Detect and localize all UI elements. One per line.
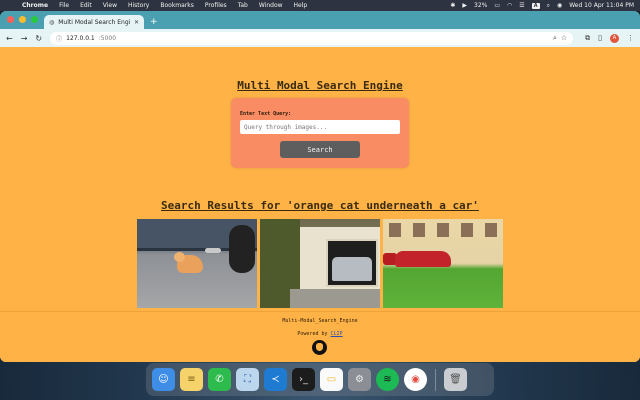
tab-strip: ◍ Multi Modal Search Engine ✕ +	[0, 11, 640, 29]
menu-tab[interactable]: Tab	[238, 2, 248, 9]
page-title: Multi Modal Search Engine	[237, 79, 403, 92]
query-card: Enter Text Query: Search	[231, 98, 409, 168]
footer-powered-text: Powered by	[297, 331, 331, 337]
url-port: :5000	[98, 34, 117, 42]
menu-view[interactable]: View	[103, 2, 117, 9]
minimize-window-button[interactable]	[19, 16, 26, 23]
clip-link[interactable]: CLIP	[331, 331, 343, 337]
menu-bookmarks[interactable]: Bookmarks	[160, 2, 194, 9]
tab-multi-modal-search[interactable]: ◍ Multi Modal Search Engine ✕	[44, 15, 144, 29]
trash-icon[interactable]: 🗑	[444, 368, 467, 391]
extensions-icon[interactable]: ⧉	[585, 34, 590, 43]
menu-history[interactable]: History	[128, 2, 149, 9]
footer-project-name: Multi-Modal_Search_Engine	[282, 318, 358, 324]
apple-icon[interactable]	[6, 2, 14, 10]
menu-file[interactable]: File	[59, 2, 69, 9]
wifi-icon[interactable]: ◠	[507, 2, 512, 9]
github-icon[interactable]	[312, 340, 327, 355]
chrome-menu-icon[interactable]: ⋮	[627, 34, 634, 42]
menubar-status-area: ✱ ▶ 32% ▭ ◠ ☰ A ⌕ ◉ Wed 10 Apr 11:04 PM	[450, 2, 634, 10]
forward-icon[interactable]: →	[21, 34, 28, 43]
chrome-icon[interactable]: ◉	[404, 368, 427, 391]
window-controls	[7, 16, 38, 23]
fullscreen-window-button[interactable]	[31, 16, 38, 23]
menu-profiles[interactable]: Profiles	[205, 2, 227, 9]
globe-icon: ◍	[49, 18, 55, 26]
dock-separator	[435, 368, 436, 391]
page-footer: Multi-Modal_Search_Engine Powered by CLI…	[0, 312, 640, 337]
menu-help[interactable]: Help	[294, 2, 308, 9]
menu-app-name[interactable]: Chrome	[22, 2, 48, 9]
results-heading: Search Results for 'orange cat underneat…	[161, 199, 479, 212]
result-image-garage-car[interactable]	[260, 219, 380, 308]
sidepanel-icon[interactable]: ▯	[598, 34, 602, 42]
notes-app-icon[interactable]: ▭	[320, 368, 343, 391]
close-window-button[interactable]	[7, 16, 14, 23]
preview-icon[interactable]: ⛶	[236, 368, 259, 391]
results-grid	[137, 219, 503, 308]
macos-menubar: Chrome File Edit View History Bookmarks …	[0, 0, 640, 11]
battery-percent[interactable]: 32%	[474, 2, 487, 9]
menu-window[interactable]: Window	[259, 2, 283, 9]
bluetooth-icon[interactable]: ✱	[450, 2, 455, 9]
result-image-red-car-grass[interactable]	[383, 219, 503, 308]
siri-icon[interactable]: ◉	[557, 2, 562, 9]
macos-dock: ☺ ≡ ✆ ⛶ ≺ ›_ ▭ ⚙ ≋ ◉ 🗑	[146, 363, 494, 396]
profile-avatar[interactable]: A	[610, 33, 619, 43]
system-settings-icon[interactable]: ⚙	[348, 368, 371, 391]
spotify-icon[interactable]: ≋	[376, 368, 399, 391]
result-image-cat-under-car[interactable]	[137, 219, 257, 308]
notes-icon[interactable]: ≡	[180, 368, 203, 391]
site-info-icon[interactable]: ⓘ	[56, 34, 62, 43]
spotlight-icon[interactable]: ⌕	[547, 2, 550, 10]
zoom-icon[interactable]: ⌕	[553, 34, 557, 43]
battery-icon[interactable]: ▭	[494, 2, 500, 9]
whatsapp-icon[interactable]: ✆	[208, 368, 231, 391]
reload-icon[interactable]: ↻	[35, 34, 42, 43]
finder-icon[interactable]: ☺	[152, 368, 175, 391]
control-center-icon[interactable]: ☰	[519, 2, 524, 9]
terminal-icon[interactable]: ›_	[292, 368, 315, 391]
new-tab-button[interactable]: +	[150, 17, 158, 27]
close-tab-icon[interactable]: ✕	[134, 19, 139, 26]
tab-title: Multi Modal Search Engine	[58, 18, 130, 26]
back-icon[interactable]: ←	[6, 34, 13, 43]
search-button[interactable]: Search	[280, 141, 360, 158]
address-bar[interactable]: ⓘ 127.0.0.1:5000 ⌕ ☆	[50, 31, 574, 45]
bookmark-star-icon[interactable]: ☆	[561, 34, 567, 42]
input-source-badge[interactable]: A	[531, 2, 540, 9]
menu-edit[interactable]: Edit	[80, 2, 92, 9]
web-page: Multi Modal Search Engine Enter Text Que…	[0, 47, 640, 362]
browser-toolbar: ← → ↻ ⓘ 127.0.0.1:5000 ⌕ ☆ ⧉ ▯ A ⋮	[0, 29, 640, 47]
play-icon[interactable]: ▶	[462, 2, 467, 9]
footer-powered-by: Powered by CLIP	[0, 331, 640, 337]
vscode-icon[interactable]: ≺	[264, 368, 287, 391]
query-label: Enter Text Query:	[240, 111, 292, 117]
url-host: 127.0.0.1	[66, 34, 95, 42]
browser-window: ◍ Multi Modal Search Engine ✕ + ← → ↻ ⓘ …	[0, 11, 640, 362]
query-input[interactable]	[240, 120, 400, 134]
menubar-clock[interactable]: Wed 10 Apr 11:04 PM	[569, 2, 634, 9]
